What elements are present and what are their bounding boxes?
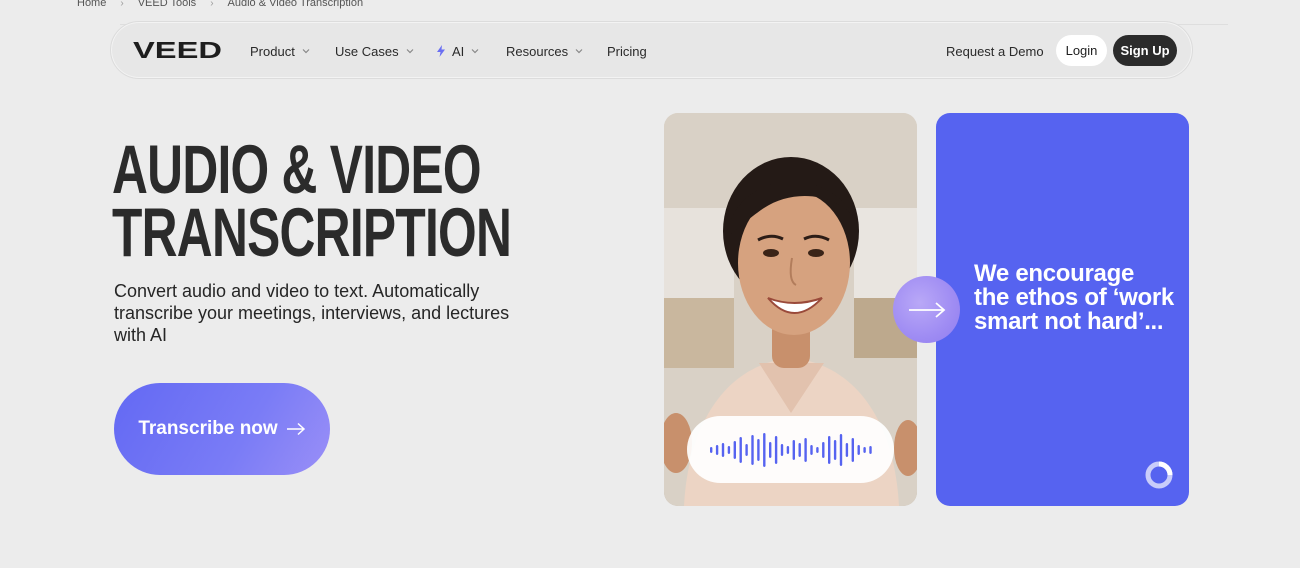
nav-pricing-label: Pricing xyxy=(607,43,647,59)
hero-subtitle: Convert audio and video to text. Automat… xyxy=(114,281,510,345)
breadcrumb-current: Audio & Video Transcription xyxy=(227,0,364,9)
waveform-bar xyxy=(839,433,842,466)
request-demo-label: Request a Demo xyxy=(946,43,1044,59)
breadcrumb-home[interactable]: Home xyxy=(77,0,106,9)
nav-use-cases[interactable]: Use Cases xyxy=(335,22,415,80)
waveform-bar xyxy=(774,435,777,464)
request-demo-link[interactable]: Request a Demo xyxy=(946,22,1044,80)
waveform-bar xyxy=(715,444,718,455)
waveform-bar xyxy=(851,437,854,462)
nav-ai-label: AI xyxy=(452,43,465,59)
waveform-bar xyxy=(762,432,765,467)
nav-product[interactable]: Product xyxy=(250,22,311,80)
nav-resources[interactable]: Resources xyxy=(506,22,584,80)
chevron-right-icon: › xyxy=(210,0,214,9)
waveform-bar xyxy=(727,445,730,454)
transcribe-now-button[interactable]: Transcribe now xyxy=(114,383,330,475)
waveform-bar xyxy=(833,439,836,460)
waveform-bar xyxy=(721,442,724,457)
page-title: AUDIO & VIDEO TRANSCRIPTION xyxy=(112,131,512,271)
arrow-right-icon xyxy=(286,422,305,436)
chevron-down-icon xyxy=(406,49,414,54)
transcribe-now-label: Transcribe now xyxy=(138,418,278,439)
waveform-bar xyxy=(780,443,783,456)
waveform-icon xyxy=(709,432,872,467)
waveform-bar xyxy=(845,442,848,457)
waveform-bar xyxy=(768,441,771,458)
chevron-down-icon xyxy=(302,49,310,54)
chevron-down-icon xyxy=(471,49,479,54)
audio-waveform xyxy=(687,416,894,483)
waveform-bar xyxy=(739,436,742,463)
nav-ai[interactable]: AI xyxy=(436,22,480,80)
arrow-right-icon xyxy=(908,301,945,318)
waveform-bar xyxy=(750,434,754,465)
signup-button[interactable]: Sign Up xyxy=(1113,35,1177,66)
lightning-icon xyxy=(437,45,445,57)
page-title-line-2: TRANSCRIPTION xyxy=(112,194,512,271)
login-button[interactable]: Login xyxy=(1056,35,1107,66)
main-nav: VEED Product Use Cases AI Resources Pric… xyxy=(110,21,1193,79)
quote-card: We encourage the ethos of ‘work smart no… xyxy=(936,113,1189,506)
chevron-down-icon xyxy=(575,49,583,54)
waveform-bar xyxy=(744,443,748,456)
waveform-bar xyxy=(756,438,760,461)
waveform-bar xyxy=(827,435,830,464)
nav-resources-label: Resources xyxy=(506,43,569,59)
loader-icon xyxy=(1145,461,1173,489)
quote-text: We encourage the ethos of ‘work smart no… xyxy=(974,260,1174,335)
waveform-bar xyxy=(862,446,866,453)
svg-text:VEED: VEED xyxy=(133,39,222,61)
waveform-bar xyxy=(792,439,795,460)
nav-use-cases-label: Use Cases xyxy=(335,43,399,59)
waveform-bar xyxy=(798,442,801,457)
waveform-bar xyxy=(803,437,807,462)
waveform-bar xyxy=(786,445,789,454)
waveform-bar xyxy=(709,446,712,453)
breadcrumb: Home › VEED Tools › Audio & Video Transc… xyxy=(77,0,363,10)
next-arrow-button[interactable] xyxy=(893,276,960,343)
chevron-right-icon: › xyxy=(120,0,124,9)
nav-pricing[interactable]: Pricing xyxy=(607,22,647,80)
waveform-bar xyxy=(733,440,736,459)
nav-product-label: Product xyxy=(250,43,295,59)
veed-logo[interactable]: VEED xyxy=(133,39,223,61)
page-title-line-1: AUDIO & VIDEO xyxy=(112,131,482,208)
speaker-photo xyxy=(664,113,917,506)
waveform-bar xyxy=(821,441,824,458)
waveform-bar xyxy=(809,444,813,455)
breadcrumb-veed-tools[interactable]: VEED Tools xyxy=(138,0,197,9)
waveform-bar xyxy=(857,444,860,455)
waveform-bar xyxy=(868,445,872,454)
waveform-bar xyxy=(815,446,819,453)
